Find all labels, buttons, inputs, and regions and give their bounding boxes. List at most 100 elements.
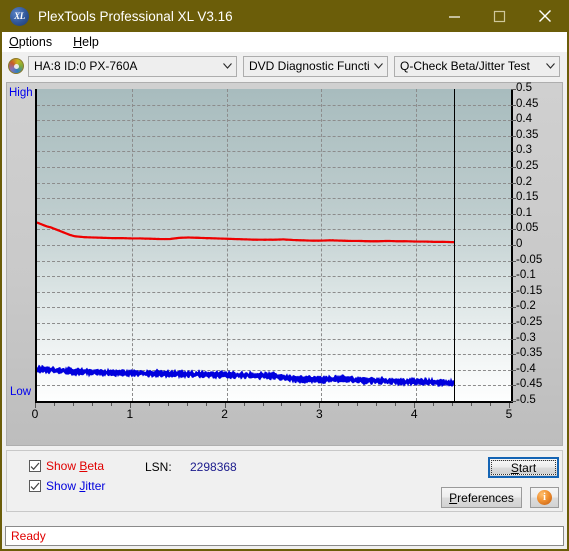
x-tick-mark	[376, 403, 378, 406]
axis-label-high: High	[9, 87, 33, 99]
start-button[interactable]: Start	[488, 457, 559, 478]
x-tick-mark	[205, 403, 207, 406]
application-window: XL PlexTools Professional XL V3.16 Optio…	[0, 0, 569, 551]
x-tick-mark	[243, 403, 245, 406]
chart-series-svg	[37, 221, 455, 387]
y-tick-label: 0.2	[516, 175, 532, 188]
function-select-value: DVD Diagnostic Functions	[249, 59, 370, 73]
y-tick-label: -0.35	[516, 347, 543, 360]
disc-icon	[8, 58, 24, 74]
start-button-mnemonic: S	[510, 460, 519, 475]
x-tick-label: 1	[126, 407, 134, 421]
y-tick-mark	[511, 245, 516, 246]
position-marker-line	[454, 89, 456, 401]
x-tick-mark	[281, 403, 283, 406]
preferences-button[interactable]: Preferences	[441, 487, 522, 508]
chevron-down-icon	[219, 63, 236, 69]
series-beta-line	[37, 221, 455, 244]
chevron-down-icon	[370, 63, 387, 69]
y-tick-label: -0.1	[516, 269, 536, 282]
show-jitter-mnemonic: J	[79, 479, 86, 493]
x-tick-mark	[300, 403, 302, 406]
start-button-inner: Start	[491, 460, 556, 475]
x-axis-labels: 0 1 2 3 4 5	[31, 405, 513, 425]
menu-help-mnemonic: H	[73, 35, 83, 49]
y-tick-mark	[511, 385, 516, 387]
y-tick-label: -0.25	[516, 316, 543, 328]
menu-item-help[interactable]: Help	[73, 35, 110, 49]
minimize-button[interactable]	[432, 0, 477, 32]
y-tick-label: -0.3	[516, 331, 536, 344]
y-axis-labels: 0.5 0.45 0.4 0.35 0.3 0.25 0.2 0.15 0.1 0.05 0 -0.0…	[516, 82, 567, 413]
window-title: PlexTools Professional XL V3.16	[38, 8, 233, 24]
y-tick-label: -0.15	[516, 284, 543, 297]
x-tick-mark	[129, 403, 131, 408]
test-select-value: Q-Check Beta/Jitter Test	[400, 59, 530, 73]
y-tick-mark	[511, 338, 516, 340]
x-tick-mark	[91, 403, 93, 406]
menu-bar: Options Help	[2, 32, 567, 52]
close-button[interactable]	[522, 0, 567, 32]
y-tick-label: 0.45	[516, 97, 539, 110]
x-tick-mark	[338, 403, 340, 406]
drive-select[interactable]: HA:8 ID:0 PX-760A	[28, 55, 237, 77]
x-tick-mark	[395, 403, 397, 406]
x-tick-label: 5	[505, 407, 513, 421]
y-tick-mark	[511, 307, 516, 309]
x-tick-mark	[357, 403, 359, 406]
y-tick-label: 0.5	[516, 82, 532, 94]
x-tick-mark	[509, 403, 510, 408]
x-tick-mark	[262, 403, 264, 406]
show-beta-label: Show Beta	[46, 459, 105, 473]
y-tick-label: -0.45	[516, 378, 543, 391]
y-tick-mark	[511, 104, 516, 106]
show-jitter-checkbox-row[interactable]: Show Jitter	[29, 479, 105, 493]
y-tick-mark	[511, 323, 516, 324]
x-tick-mark	[452, 403, 454, 406]
y-tick-mark	[511, 291, 516, 293]
y-tick-mark	[511, 135, 516, 137]
y-tick-mark	[511, 151, 516, 153]
show-beta-checkbox-row[interactable]: Show Beta	[29, 459, 104, 473]
test-select[interactable]: Q-Check Beta/Jitter Test	[394, 55, 560, 77]
y-tick-label: 0.1	[516, 206, 532, 219]
x-tick-label: 0	[31, 407, 39, 421]
x-tick-mark	[490, 403, 492, 406]
toolbar: HA:8 ID:0 PX-760A DVD Diagnostic Functio…	[2, 52, 567, 78]
y-tick-label: 0.3	[516, 144, 532, 157]
y-tick-label: 0.4	[516, 113, 532, 126]
x-tick-mark	[110, 403, 112, 406]
x-tick-mark	[35, 403, 36, 408]
x-tick-label: 2	[221, 407, 228, 421]
drive-select-value: HA:8 ID:0 PX-760A	[34, 59, 138, 73]
show-beta-mnemonic: B	[79, 459, 88, 473]
x-tick-mark	[167, 403, 169, 406]
show-jitter-checkbox[interactable]	[29, 480, 41, 492]
info-icon: i	[537, 490, 552, 505]
menu-item-options[interactable]: Options	[9, 35, 63, 49]
plot-area	[35, 89, 513, 403]
y-tick-label: 0.05	[516, 222, 539, 235]
x-tick-label: 4	[410, 407, 418, 421]
y-tick-mark	[511, 401, 516, 402]
info-button[interactable]: i	[530, 487, 559, 508]
function-select[interactable]: DVD Diagnostic Functions	[243, 55, 388, 77]
menu-options-mnemonic: O	[9, 35, 19, 49]
axis-label-low: Low	[10, 386, 32, 398]
status-bar: Ready	[5, 526, 564, 546]
show-beta-checkbox[interactable]	[29, 460, 41, 472]
x-tick-mark	[471, 403, 473, 406]
x-tick-mark	[319, 403, 321, 408]
lsn-value: 2298368	[190, 460, 237, 474]
y-tick-label: -0.4	[516, 362, 536, 375]
series-jitter-band	[37, 364, 455, 387]
chart-panel: High Low 0.5 0.45 0.4 0.35 0.3 0.25 0.2 0.15 0.1…	[6, 82, 563, 446]
show-jitter-label: Show Jitter	[46, 479, 106, 493]
xl-logo-icon: XL	[10, 6, 29, 26]
y-tick-label: 0.25	[516, 160, 539, 172]
y-tick-label: 0	[516, 238, 523, 250]
preferences-button-label: Preferences	[449, 490, 514, 505]
y-tick-mark	[511, 276, 516, 278]
y-tick-label: 0.15	[516, 191, 539, 204]
maximize-button[interactable]	[477, 0, 522, 32]
